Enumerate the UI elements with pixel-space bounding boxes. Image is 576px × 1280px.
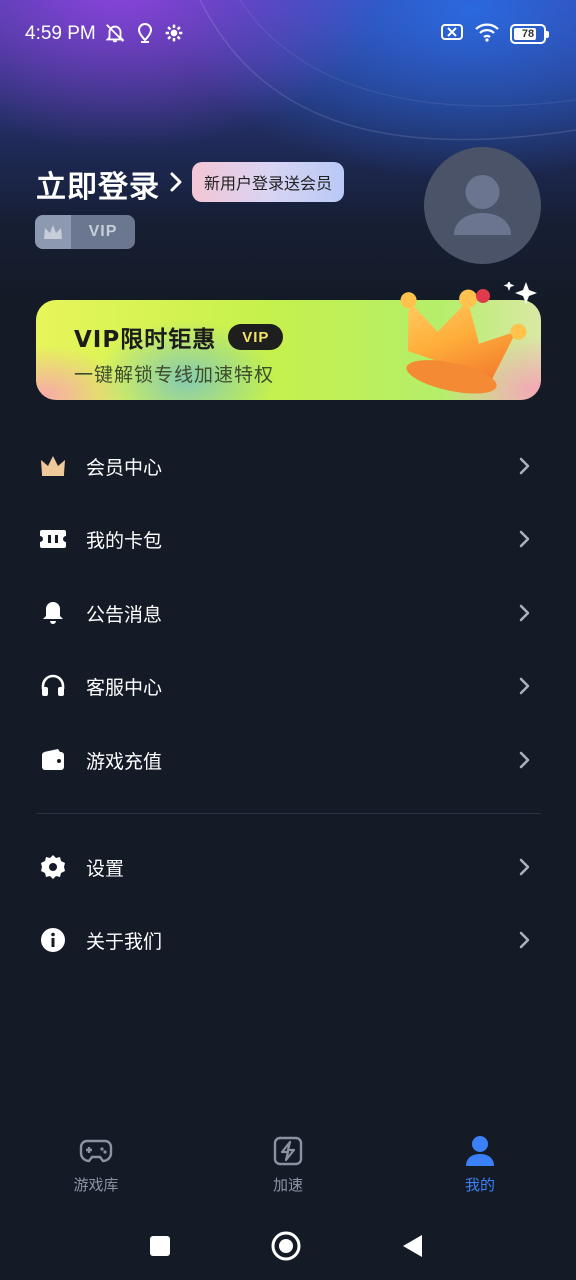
menu-item-settings[interactable]: 设置	[0, 837, 576, 897]
default-avatar-icon	[454, 175, 511, 235]
chevron-right-icon	[516, 529, 534, 549]
menu-divider	[36, 813, 541, 814]
wallet-icon	[38, 745, 68, 775]
bell-icon	[38, 598, 68, 628]
crown-icon	[38, 451, 68, 481]
chevron-right-icon	[516, 930, 534, 950]
info-icon	[38, 925, 68, 955]
chevron-right-icon	[168, 171, 184, 197]
new-user-badge: 新用户登录送会员	[192, 162, 345, 202]
headset-icon	[38, 671, 68, 701]
gear-icon	[38, 852, 68, 882]
tab-game-library[interactable]: 游戏库	[46, 1125, 146, 1195]
menu-label: 会员中心	[86, 456, 163, 479]
avatar[interactable]	[424, 147, 541, 264]
battery-level: 78	[521, 28, 535, 40]
login-link[interactable]: 立即登录	[36, 162, 184, 206]
menu-label: 设置	[86, 857, 125, 880]
tab-mine[interactable]: 我的	[430, 1125, 530, 1195]
back-button[interactable]	[395, 1229, 429, 1263]
vip-status-badge: VIP	[35, 215, 135, 249]
tab-accelerate[interactable]: 加速	[238, 1125, 338, 1195]
menu-item-customer-service[interactable]: 客服中心	[0, 656, 576, 716]
no-sim-icon	[440, 23, 464, 45]
menu-item-card-wallet[interactable]: 我的卡包	[0, 509, 576, 569]
crown-3d-icon	[381, 280, 541, 406]
gamepad-icon	[78, 1133, 114, 1168]
muted-bell-icon	[104, 22, 126, 48]
location-icon	[136, 22, 154, 48]
tab-label: 游戏库	[73, 1176, 119, 1194]
vip-promo-banner[interactable]: VIP限时钜惠 VIP 一键解锁专线加速特权	[36, 280, 541, 400]
chevron-right-icon	[516, 676, 534, 696]
status-bar: 4:59 PM 78	[0, 0, 576, 70]
chevron-right-icon	[516, 456, 534, 476]
menu-label: 客服中心	[86, 676, 163, 699]
promo-title: VIP限时钜惠	[74, 327, 217, 353]
person-icon	[462, 1133, 498, 1168]
menu-label: 我的卡包	[86, 529, 163, 552]
chevron-right-icon	[516, 603, 534, 623]
menu-label: 公告消息	[86, 603, 163, 626]
vip-label: VIP	[88, 223, 118, 240]
menu-label: 游戏充值	[86, 750, 163, 773]
bottom-tab-bar: 游戏库 加速 我的	[0, 1125, 576, 1205]
chevron-right-icon	[516, 857, 534, 877]
settings-gear-icon	[164, 23, 184, 47]
wifi-icon	[474, 22, 500, 46]
battery-icon: 78	[510, 24, 549, 44]
status-time: 4:59 PM	[25, 23, 96, 44]
menu-label: 关于我们	[86, 930, 163, 953]
home-button[interactable]	[269, 1229, 303, 1263]
tab-label: 我的	[464, 1176, 495, 1194]
promo-vip-tag: VIP	[228, 324, 284, 350]
vip-crown-icon	[35, 215, 71, 249]
lightning-icon	[270, 1133, 306, 1168]
chevron-right-icon	[516, 750, 534, 770]
login-title: 立即登录	[36, 170, 160, 205]
menu-item-announcements[interactable]: 公告消息	[0, 583, 576, 643]
menu-item-game-recharge[interactable]: 游戏充值	[0, 730, 576, 790]
menu-item-vip-center[interactable]: 会员中心	[0, 436, 576, 496]
promo-subtitle: 一键解锁专线加速特权	[74, 364, 275, 386]
recent-apps-button[interactable]	[143, 1229, 177, 1263]
system-navigation-bar	[0, 1215, 576, 1280]
tab-label: 加速	[272, 1176, 303, 1194]
menu-item-about-us[interactable]: 关于我们	[0, 910, 576, 970]
ticket-icon	[38, 524, 68, 554]
